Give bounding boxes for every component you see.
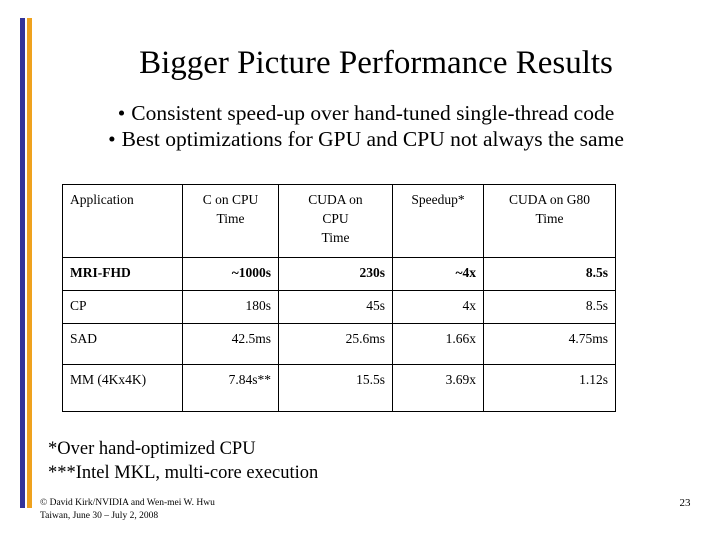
footer-credit-line1: © David Kirk/NVIDIA and Wen-mei W. Hwu: [40, 498, 215, 508]
cell-c-on-cpu-time: ~1000s: [182, 257, 279, 291]
cell-cuda-on-cpu-time: 25.6ms: [278, 323, 393, 365]
cell-cuda-on-cpu-time: 230s: [278, 257, 393, 291]
footer-credit-line2: Taiwan, June 30 – July 2, 2008: [40, 510, 159, 521]
bullet-list: • Consistent speed-up over hand-tuned sin…: [36, 100, 696, 152]
cell-cuda-on-g80-time: 4.75ms: [483, 323, 616, 365]
cell-application: MM (4Kx4K): [62, 364, 183, 412]
cell-speedup: ~4x: [392, 257, 484, 291]
column-header-cuda-on-g80-time-line1: CUDA on G80: [508, 192, 590, 207]
slide-canvas: Bigger Picture Performance Results • Cons…: [0, 0, 720, 540]
footnotes: *Over hand-optimized CPU ***Intel MKL, m…: [48, 437, 318, 485]
bullet-glyph-icon: •: [117, 101, 126, 125]
bullet-item-1: • Consistent speed-up over hand-tuned sin…: [36, 100, 696, 126]
table-row: CP 180s 45s 4x 8.5s: [62, 290, 616, 324]
column-header-cuda-on-cpu-time-line2: CPU: [322, 211, 349, 226]
cell-speedup: 3.69x: [392, 364, 484, 412]
column-header-cuda-on-g80-time-line2: Time: [535, 211, 564, 226]
table-row: SAD 42.5ms 25.6ms 1.66x 4.75ms: [62, 323, 616, 365]
page-title: Bigger Picture Performance Results: [139, 45, 613, 81]
cell-cuda-on-g80-time: 8.5s: [483, 290, 616, 324]
bullet-glyph-icon: •: [108, 127, 116, 151]
performance-results-table: Application C on CPU Time CUDA on CPU Ti…: [62, 184, 616, 412]
bullet-item-2: • Best optimizations for GPU and CPU not …: [36, 126, 696, 152]
cell-speedup: 1.66x: [392, 323, 484, 365]
column-header-c-on-cpu-time: C on CPU Time: [182, 184, 279, 258]
table-header-row: Application C on CPU Time CUDA on CPU Ti…: [62, 184, 616, 258]
cell-c-on-cpu-time: 42.5ms: [182, 323, 279, 365]
cell-application: CP: [62, 290, 183, 324]
cell-application: SAD: [62, 323, 183, 365]
footnote-1: *Over hand-optimized CPU: [48, 439, 256, 459]
footnote-2: ***Intel MKL, multi-core execution: [48, 463, 319, 483]
table-row: MRI-FHD ~1000s 230s ~4x 8.5s: [62, 257, 616, 291]
column-header-c-on-cpu-time-line1: C on CPU: [202, 192, 259, 207]
accent-bar-blue: [20, 18, 25, 508]
cell-cuda-on-g80-time: 8.5s: [483, 257, 616, 291]
column-header-c-on-cpu-time-line2: Time: [216, 211, 245, 226]
bullet-item-1-label: Consistent speed-up over hand-tuned sing…: [131, 101, 615, 125]
footer-credit: © David Kirk/NVIDIA and Wen-mei W. Hwu T…: [40, 497, 215, 522]
column-header-cuda-on-cpu-time-line3: Time: [321, 230, 350, 245]
bullet-item-2-label: Best optimizations for GPU and CPU not a…: [121, 127, 624, 151]
page-number: 23: [679, 497, 691, 509]
cell-cuda-on-cpu-time: 45s: [278, 290, 393, 324]
cell-c-on-cpu-time: 7.84s**: [182, 364, 279, 412]
cell-cuda-on-cpu-time: 15.5s: [278, 364, 393, 412]
column-header-cuda-on-cpu-time: CUDA on CPU Time: [278, 184, 393, 258]
column-header-application: Application: [62, 184, 183, 258]
column-header-application-line1: Application: [70, 192, 134, 207]
cell-speedup: 4x: [392, 290, 484, 324]
column-header-cuda-on-g80-time: CUDA on G80 Time: [483, 184, 616, 258]
table-row: MM (4Kx4K) 7.84s** 15.5s 3.69x 1.12s: [62, 364, 616, 412]
accent-bar-orange: [27, 18, 32, 508]
cell-application: MRI-FHD: [62, 257, 183, 291]
column-header-speedup-line1: Speedup*: [411, 192, 465, 207]
cell-c-on-cpu-time: 180s: [182, 290, 279, 324]
cell-cuda-on-g80-time: 1.12s: [483, 364, 616, 412]
column-header-speedup: Speedup*: [392, 184, 484, 258]
column-header-cuda-on-cpu-time-line1: CUDA on: [308, 192, 363, 207]
